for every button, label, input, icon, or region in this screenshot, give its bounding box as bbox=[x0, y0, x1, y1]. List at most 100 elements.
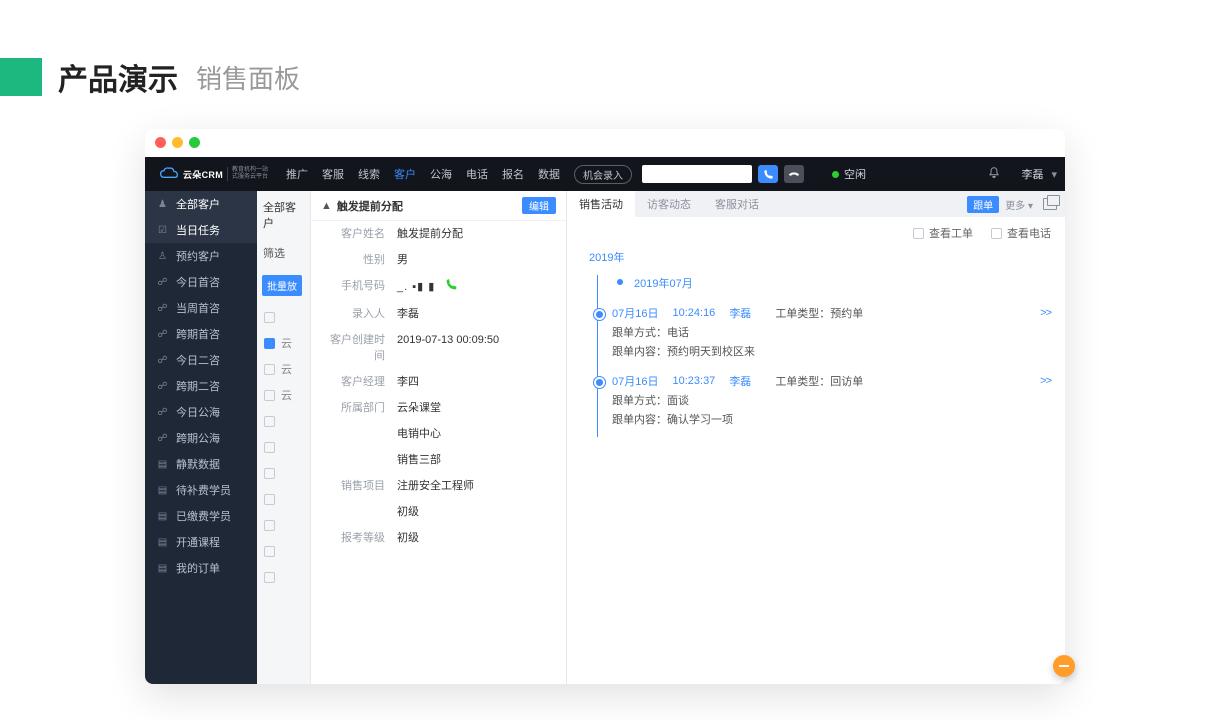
follow-content: 跟单内容：预约明天到校区来 bbox=[612, 340, 1051, 359]
edit-button[interactable]: 编辑 bbox=[522, 197, 556, 214]
view-tickets-checkbox[interactable]: 查看工单 bbox=[913, 225, 973, 241]
view-calls-checkbox[interactable]: 查看电话 bbox=[991, 225, 1051, 241]
field-label: 报考等级 bbox=[323, 530, 385, 546]
expand-icon[interactable]: >> bbox=[1040, 307, 1051, 319]
checkbox-icon[interactable] bbox=[264, 364, 275, 375]
list-item[interactable]: 云 bbox=[257, 356, 310, 382]
timeline-date: 07月16日 bbox=[612, 305, 658, 321]
brand-tagline: 教育机构一站 式服务云平台 bbox=[227, 167, 268, 181]
sidebar-item-label: 跨期首咨 bbox=[176, 326, 220, 342]
checkbox-icon[interactable] bbox=[264, 390, 275, 401]
checkbox-icon[interactable] bbox=[264, 468, 275, 479]
list-item[interactable] bbox=[257, 486, 310, 512]
sidebar-item[interactable]: ▤已缴费学员 bbox=[145, 503, 257, 529]
field-label: 客户创建时间 bbox=[323, 332, 385, 364]
customer-list-col: 全部客户 筛选 批量放 云 云 云 bbox=[257, 191, 311, 684]
field-label: 客户姓名 bbox=[323, 226, 385, 242]
nav-item[interactable]: 数据 bbox=[538, 166, 560, 182]
follow-method: 跟单方式：面谈 bbox=[612, 389, 1051, 408]
sidebar-item[interactable]: ▤开通课程 bbox=[145, 529, 257, 555]
detail-field: 所属部门云朵课堂 bbox=[311, 395, 566, 421]
nav-item[interactable]: 客服 bbox=[322, 166, 344, 182]
field-value: 初级 bbox=[397, 530, 419, 546]
app-window: 云朵CRM 教育机构一站 式服务云平台 推广客服线索客户公海电话报名数据 机会录… bbox=[145, 129, 1065, 684]
nav-item[interactable]: 客户 bbox=[394, 166, 416, 182]
list-item[interactable] bbox=[257, 564, 310, 590]
track-button[interactable]: 跟单 bbox=[967, 196, 999, 213]
sidebar-item-icon: ▤ bbox=[157, 485, 168, 496]
field-label bbox=[323, 504, 385, 520]
sidebar-item[interactable]: ▤我的订单 bbox=[145, 555, 257, 581]
field-label: 客户经理 bbox=[323, 374, 385, 390]
brand-logo[interactable]: 云朵CRM 教育机构一站 式服务云平台 bbox=[153, 166, 274, 182]
nav-item[interactable]: 线索 bbox=[358, 166, 380, 182]
detail-field: 电销中心 bbox=[311, 421, 566, 447]
user-name[interactable]: 李磊 bbox=[1021, 166, 1043, 182]
list-item[interactable] bbox=[257, 434, 310, 460]
more-button[interactable]: 更多 ▾ bbox=[1005, 197, 1033, 212]
sidebar-item-label: 静默数据 bbox=[176, 456, 220, 472]
checkbox-icon[interactable] bbox=[264, 572, 275, 583]
sidebar-item[interactable]: ☍当周首咨 bbox=[145, 295, 257, 321]
sidebar-header[interactable]: ♟ 全部客户 bbox=[145, 191, 257, 217]
sidebar-item-label: 已缴费学员 bbox=[176, 508, 231, 524]
search-input[interactable] bbox=[642, 165, 752, 183]
bell-icon[interactable] bbox=[987, 166, 1001, 183]
user-dropdown-icon[interactable]: ▾ bbox=[1051, 168, 1057, 181]
timeline-time: 10:23:37 bbox=[672, 375, 715, 387]
nav-item[interactable]: 公海 bbox=[430, 166, 452, 182]
restore-icon[interactable] bbox=[1043, 198, 1057, 210]
detail-title: 触发提前分配 bbox=[337, 198, 403, 214]
checkbox-icon[interactable] bbox=[264, 520, 275, 531]
collapse-fab[interactable] bbox=[1053, 655, 1075, 677]
brand-name: 云朵CRM bbox=[183, 168, 223, 181]
sidebar-item[interactable]: ☍跨期公海 bbox=[145, 425, 257, 451]
activity-tab[interactable]: 客服对话 bbox=[703, 191, 771, 217]
checkbox-icon[interactable] bbox=[264, 546, 275, 557]
nav-item[interactable]: 报名 bbox=[502, 166, 524, 182]
expand-icon[interactable]: >> bbox=[1040, 375, 1051, 387]
maximize-dot[interactable] bbox=[189, 137, 200, 148]
minimize-dot[interactable] bbox=[172, 137, 183, 148]
list-item[interactable] bbox=[257, 512, 310, 538]
sidebar-item[interactable]: ☍今日首咨 bbox=[145, 269, 257, 295]
opportunity-button[interactable]: 机会录入 bbox=[574, 165, 632, 184]
sidebar-item-label: 今日公海 bbox=[176, 404, 220, 420]
sidebar-item[interactable]: ▤待补费学员 bbox=[145, 477, 257, 503]
sidebar-item-label: 今日二咨 bbox=[176, 352, 220, 368]
sidebar-item[interactable]: ▤静默数据 bbox=[145, 451, 257, 477]
checkbox-icon[interactable] bbox=[264, 338, 275, 349]
close-dot[interactable] bbox=[155, 137, 166, 148]
list-item[interactable]: 云 bbox=[257, 330, 310, 356]
checkbox-icon[interactable] bbox=[264, 442, 275, 453]
activity-tab[interactable]: 访客动态 bbox=[635, 191, 703, 217]
sidebar-item-icon: ☍ bbox=[157, 407, 168, 418]
phone-icon[interactable] bbox=[445, 278, 458, 296]
sidebar-item[interactable]: ♙预约客户 bbox=[145, 243, 257, 269]
list-item[interactable] bbox=[257, 538, 310, 564]
activity-tab[interactable]: 销售活动 bbox=[567, 191, 635, 217]
detail-field: 客户创建时间2019-07-13 00:09:50 bbox=[311, 327, 566, 369]
field-label: 销售项目 bbox=[323, 478, 385, 494]
checkbox-icon[interactable] bbox=[264, 416, 275, 427]
sidebar-item[interactable]: ☍ 今日公海 bbox=[145, 399, 257, 425]
sidebar-item[interactable]: ☑当日任务 bbox=[145, 217, 257, 243]
sidebar-item-icon: ☍ bbox=[157, 355, 168, 366]
sidebar-item-label: 跨期二咨 bbox=[176, 378, 220, 394]
hangup-button[interactable] bbox=[784, 165, 804, 183]
list-item[interactable] bbox=[257, 460, 310, 486]
status-label[interactable]: 空闲 bbox=[844, 166, 866, 182]
nav-item[interactable]: 电话 bbox=[466, 166, 488, 182]
bulk-release-button[interactable]: 批量放 bbox=[262, 275, 302, 296]
sidebar-item[interactable]: ☍跨期首咨 bbox=[145, 321, 257, 347]
sidebar-item[interactable]: ☍跨期二咨 bbox=[145, 373, 257, 399]
sidebar-item[interactable]: ☍ 今日二咨 bbox=[145, 347, 257, 373]
list-item[interactable]: 云 bbox=[257, 382, 310, 408]
filter-label[interactable]: 筛选 bbox=[257, 239, 310, 267]
list-item[interactable] bbox=[257, 408, 310, 434]
nav-item[interactable]: 推广 bbox=[286, 166, 308, 182]
checkbox-icon[interactable] bbox=[264, 494, 275, 505]
timeline-person: 李磊 bbox=[729, 373, 751, 389]
call-button[interactable] bbox=[758, 165, 778, 183]
sidebar-item-icon: ☍ bbox=[157, 433, 168, 444]
